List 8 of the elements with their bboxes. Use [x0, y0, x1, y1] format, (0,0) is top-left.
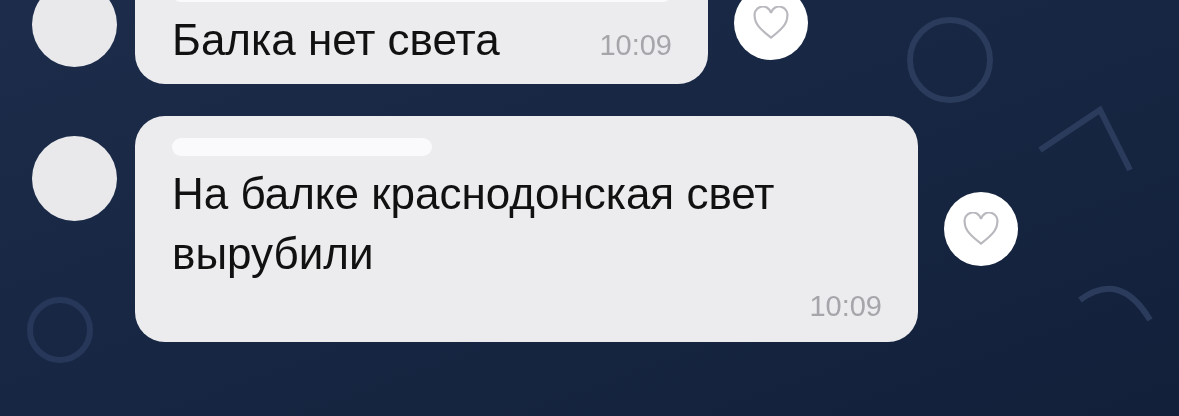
heart-icon: [962, 212, 1000, 246]
like-button[interactable]: [734, 0, 808, 60]
message-text: Балка нет света: [172, 14, 500, 66]
avatar[interactable]: [32, 0, 117, 67]
message-text: На балке краснодонская свет вырубили: [172, 168, 776, 280]
message-time: 10:09: [809, 289, 882, 324]
message-time: 10:09: [599, 28, 672, 63]
heart-icon: [752, 6, 790, 40]
